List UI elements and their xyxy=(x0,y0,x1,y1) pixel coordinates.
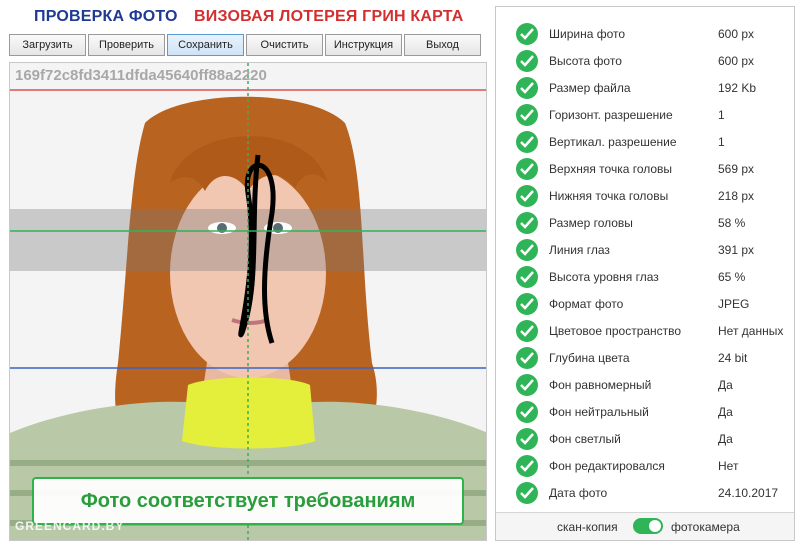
toggle-knob xyxy=(649,520,661,532)
source-toggle[interactable] xyxy=(633,518,663,534)
check-row: Глубина цвета 24 bit xyxy=(496,345,796,372)
check-row: Размер файла 192 Kb xyxy=(496,75,796,102)
app-title: ПРОВЕРКА ФОТО xyxy=(34,8,178,25)
check-label: Фон нейтральный xyxy=(549,405,649,419)
check-label: Ширина фото xyxy=(549,27,626,41)
check-ok-icon xyxy=(516,158,538,180)
check-value: 58 % xyxy=(718,216,746,230)
check-label: Нижняя точка головы xyxy=(549,189,669,203)
check-results-panel: Ширина фото 600 px Высота фото 600 px Размер… xyxy=(495,6,795,541)
check-label: Фон равномерный xyxy=(549,378,652,392)
check-ok-icon xyxy=(516,131,538,153)
check-label: Дата фото xyxy=(549,486,608,500)
check-ok-icon xyxy=(516,212,538,234)
check-row: Вертикал. разрешение 1 xyxy=(496,129,796,156)
check-ok-icon xyxy=(516,401,538,423)
check-value: 1 xyxy=(718,135,725,149)
check-value: Да xyxy=(718,378,733,392)
check-ok-icon xyxy=(516,50,538,72)
scan-copy-label: скан-копия xyxy=(557,520,618,534)
check-label: Формат фото xyxy=(549,297,624,311)
save-button[interactable]: Сохранить xyxy=(167,34,244,56)
check-ok-icon xyxy=(516,428,538,450)
check-label: Верхняя точка головы xyxy=(549,162,673,176)
source-toggle-bar: скан-копия фотокамера xyxy=(496,512,794,540)
check-ok-icon xyxy=(516,23,538,45)
check-value: 1 xyxy=(718,108,725,122)
check-row: Фон редактировался Нет xyxy=(496,453,796,480)
check-row: Ширина фото 600 px xyxy=(496,21,796,48)
check-ok-icon xyxy=(516,266,538,288)
check-label: Глубина цвета xyxy=(549,351,630,365)
camera-label: фотокамера xyxy=(671,520,740,534)
title-bar: ПРОВЕРКА ФОТО ВИЗОВАЯ ЛОТЕРЕЯ ГРИН КАРТА xyxy=(8,6,486,30)
check-ok-icon xyxy=(516,239,538,261)
check-label: Фон светлый xyxy=(549,432,621,446)
check-button[interactable]: Проверить xyxy=(88,34,165,56)
instructions-button[interactable]: Инструкция xyxy=(325,34,402,56)
check-row: Линия глаз 391 px xyxy=(496,237,796,264)
watermark-logo: GREENCARD.BY xyxy=(15,519,125,533)
load-button[interactable]: Загрузить xyxy=(9,34,86,56)
portrait-photo xyxy=(10,63,486,540)
check-value: Да xyxy=(718,432,733,446)
check-row: Высота уровня глаз 65 % xyxy=(496,264,796,291)
check-value: 24 bit xyxy=(718,351,748,365)
check-value: 600 px xyxy=(718,27,755,41)
toolbar: Загрузить Проверить Сохранить Очистить И… xyxy=(9,34,487,56)
check-ok-icon xyxy=(516,455,538,477)
check-value: 391 px xyxy=(718,243,755,257)
check-label: Вертикал. разрешение xyxy=(549,135,677,149)
check-row: Фон равномерный Да xyxy=(496,372,796,399)
exit-button[interactable]: Выход xyxy=(404,34,481,56)
check-row: Горизонт. разрешение 1 xyxy=(496,102,796,129)
check-value: JPEG xyxy=(718,297,750,311)
check-ok-icon xyxy=(516,374,538,396)
check-row: Нижняя точка головы 218 px xyxy=(496,183,796,210)
check-value: 569 px xyxy=(718,162,755,176)
verdict-banner: Фото соответствует требованиям xyxy=(32,477,464,525)
check-row: Размер головы 58 % xyxy=(496,210,796,237)
check-value: 218 px xyxy=(718,189,755,203)
app-subtitle: ВИЗОВАЯ ЛОТЕРЕЯ ГРИН КАРТА xyxy=(194,8,464,25)
check-label: Линия глаз xyxy=(549,243,610,257)
check-value: Да xyxy=(718,405,733,419)
photo-hash: 169f72c8fd3411dfda45640ff88a2220 xyxy=(15,67,267,84)
check-label: Фон редактировался xyxy=(549,459,665,473)
check-ok-icon xyxy=(516,347,538,369)
check-row: Верхняя точка головы 569 px xyxy=(496,156,796,183)
check-value: Нет данных xyxy=(718,324,784,338)
check-ok-icon xyxy=(516,482,538,504)
check-ok-icon xyxy=(516,104,538,126)
check-label: Горизонт. разрешение xyxy=(549,108,673,122)
check-value: 600 px xyxy=(718,54,755,68)
clear-button[interactable]: Очистить xyxy=(246,34,323,56)
check-row: Дата фото 24.10.2017 xyxy=(496,480,796,507)
check-label: Цветовое пространство xyxy=(549,324,682,338)
check-row: Фон нейтральный Да xyxy=(496,399,796,426)
check-label: Высота фото xyxy=(549,54,622,68)
check-value: Нет xyxy=(718,459,739,473)
check-label: Размер файла xyxy=(549,81,631,95)
check-label: Размер головы xyxy=(549,216,633,230)
check-row: Формат фото JPEG xyxy=(496,291,796,318)
check-ok-icon xyxy=(516,185,538,207)
check-ok-icon xyxy=(516,293,538,315)
check-row: Цветовое пространство Нет данных xyxy=(496,318,796,345)
photo-preview: 169f72c8fd3411dfda45640ff88a2220 Фото со… xyxy=(9,62,487,541)
check-ok-icon xyxy=(516,77,538,99)
check-ok-icon xyxy=(516,320,538,342)
check-label: Высота уровня глаз xyxy=(549,270,659,284)
check-value: 192 Kb xyxy=(718,81,757,95)
check-row: Фон светлый Да xyxy=(496,426,796,453)
check-value: 65 % xyxy=(718,270,746,284)
check-value: 24.10.2017 xyxy=(718,486,779,500)
check-row: Высота фото 600 px xyxy=(496,48,796,75)
